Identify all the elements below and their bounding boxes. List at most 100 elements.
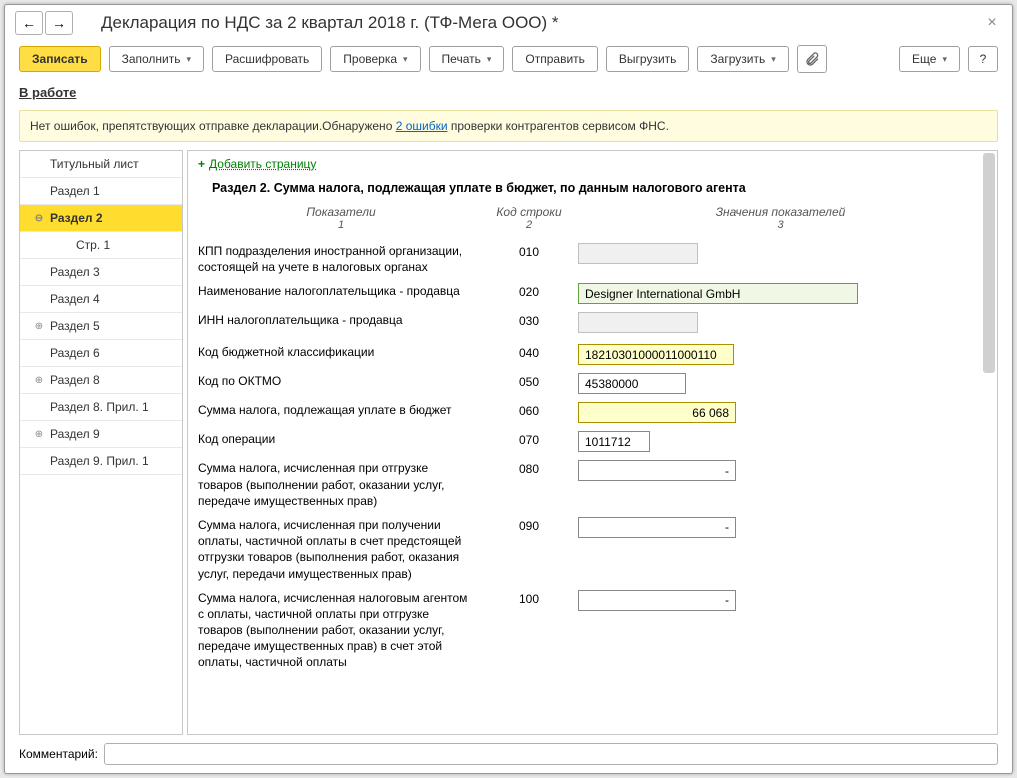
more-button[interactable]: Еще xyxy=(899,46,960,72)
form-row-070: Код операции0701011712 xyxy=(188,427,997,456)
field-010[interactable] xyxy=(578,243,698,264)
row-value-wrap: 1011712 xyxy=(574,431,650,452)
form-row-060: Сумма налога, подлежащая уплате в бюджет… xyxy=(188,398,997,427)
row-code: 090 xyxy=(484,517,574,533)
tree-expander-icon[interactable]: ⊕ xyxy=(34,375,44,386)
sidebar-item-5[interactable]: ·Раздел 4 xyxy=(20,286,182,313)
form-row-080: Сумма налога, исчисленная при отгрузке т… xyxy=(188,456,997,513)
row-code: 080 xyxy=(484,460,574,476)
sidebar-item-label: Раздел 5 xyxy=(50,319,100,333)
row-value-wrap xyxy=(574,243,698,267)
close-button[interactable]: × xyxy=(982,13,1002,33)
row-value-wrap: 66 068 xyxy=(574,402,736,423)
row-label: Сумма налога, исчисленная при получении … xyxy=(198,517,484,582)
field-100[interactable]: - xyxy=(578,590,736,611)
row-code: 050 xyxy=(484,373,574,389)
close-icon: × xyxy=(987,14,996,32)
field-050[interactable]: 45380000 xyxy=(578,373,686,394)
sidebar-item-0[interactable]: ·Титульный лист xyxy=(20,151,182,178)
send-button[interactable]: Отправить xyxy=(512,46,598,72)
attach-button[interactable] xyxy=(797,45,827,73)
info-errors-link[interactable]: 2 ошибки xyxy=(396,119,448,133)
field-020[interactable]: Designer International GmbH xyxy=(578,283,858,304)
scrollbar[interactable] xyxy=(983,153,995,373)
form-row-010: КПП подразделения иностранной организаци… xyxy=(188,239,997,279)
sidebar: ·Титульный лист·Раздел 1 ⊖ Раздел 2 ·Стр. 1… xyxy=(19,150,183,735)
sidebar-item-label: Раздел 9 xyxy=(50,427,100,441)
field-040[interactable]: 18210301000011000110 xyxy=(578,344,734,365)
sidebar-item-label: Раздел 8. Прил. 1 xyxy=(50,400,149,414)
row-value-wrap: - xyxy=(574,590,736,611)
row-label: Наименование налогоплательщика - продавц… xyxy=(198,283,484,299)
col2-num: 2 xyxy=(484,219,574,231)
row-code: 040 xyxy=(484,344,574,360)
content-pane: + Добавить страницу Раздел 2. Сумма налог… xyxy=(187,150,998,735)
footer: Комментарий: xyxy=(5,735,1012,773)
status-link[interactable]: В работе xyxy=(19,85,76,100)
sidebar-item-label: Раздел 8 xyxy=(50,373,100,387)
decipher-button[interactable]: Расшифровать xyxy=(212,46,322,72)
tree-expander-icon[interactable]: ⊕ xyxy=(34,429,44,440)
col1-num: 1 xyxy=(198,219,484,231)
field-070[interactable]: 1011712 xyxy=(578,431,650,452)
import-button[interactable]: Загрузить xyxy=(697,46,788,72)
write-button[interactable]: Записать xyxy=(19,46,101,72)
row-value-wrap: 45380000 xyxy=(574,373,686,394)
sidebar-item-3[interactable]: ·Стр. 1 xyxy=(20,232,182,259)
sidebar-item-8[interactable]: ⊕ Раздел 8 xyxy=(20,367,182,394)
sidebar-item-6[interactable]: ⊕ Раздел 5 xyxy=(20,313,182,340)
plus-icon: + xyxy=(198,157,205,171)
row-value-wrap: - xyxy=(574,460,736,481)
field-090[interactable]: - xyxy=(578,517,736,538)
check-button[interactable]: Проверка xyxy=(330,46,420,72)
section-title: Раздел 2. Сумма налога, подлежащая уплат… xyxy=(188,177,997,203)
row-code: 030 xyxy=(484,312,574,328)
sidebar-item-label: Раздел 4 xyxy=(50,292,100,306)
sidebar-item-label: Раздел 2 xyxy=(50,211,103,225)
tree-expander-icon[interactable]: ⊕ xyxy=(34,321,44,332)
sidebar-item-label: Раздел 1 xyxy=(50,184,100,198)
tree-expander-icon[interactable]: ⊖ xyxy=(34,213,44,224)
row-code: 060 xyxy=(484,402,574,418)
form-row-100: Сумма налога, исчисленная налоговым аген… xyxy=(188,586,997,675)
row-value-wrap: 18210301000011000110 xyxy=(574,344,734,365)
add-page-row: + Добавить страницу xyxy=(188,151,997,177)
add-page-link[interactable]: Добавить страницу xyxy=(209,157,316,171)
row-value-wrap xyxy=(574,312,698,336)
col3-label: Значения показателей xyxy=(574,205,987,219)
titlebar: ← → Декларация по НДС за 2 квартал 2018 … xyxy=(5,5,1012,37)
app-window: ← → Декларация по НДС за 2 квартал 2018 … xyxy=(4,4,1013,774)
field-060[interactable]: 66 068 xyxy=(578,402,736,423)
sidebar-item-label: Титульный лист xyxy=(50,157,139,171)
nav-forward-button[interactable]: → xyxy=(45,11,73,35)
form-row-040: Код бюджетной классификации0401821030100… xyxy=(188,340,997,369)
sidebar-item-11[interactable]: ·Раздел 9. Прил. 1 xyxy=(20,448,182,475)
print-button[interactable]: Печать xyxy=(429,46,505,72)
arrow-left-icon: ← xyxy=(22,15,36,31)
row-code: 070 xyxy=(484,431,574,447)
form-row-030: ИНН налогоплательщика - продавца030 xyxy=(188,308,997,340)
row-label: Код операции xyxy=(198,431,484,447)
field-030[interactable] xyxy=(578,312,698,333)
sidebar-item-2[interactable]: ⊖ Раздел 2 xyxy=(20,205,182,232)
sidebar-item-7[interactable]: ·Раздел 6 xyxy=(20,340,182,367)
row-value-wrap: - xyxy=(574,517,736,538)
sidebar-item-10[interactable]: ⊕ Раздел 9 xyxy=(20,421,182,448)
nav-back-button[interactable]: ← xyxy=(15,11,43,35)
export-button[interactable]: Выгрузить xyxy=(606,46,690,72)
info-text-prefix: Нет ошибок, препятствующих отправке декл… xyxy=(30,119,396,133)
sidebar-item-1[interactable]: ·Раздел 1 xyxy=(20,178,182,205)
row-code: 020 xyxy=(484,283,574,299)
row-label: Сумма налога, исчисленная налоговым аген… xyxy=(198,590,484,671)
col3-num: 3 xyxy=(574,219,987,231)
sidebar-item-9[interactable]: ·Раздел 8. Прил. 1 xyxy=(20,394,182,421)
row-label: ИНН налогоплательщика - продавца xyxy=(198,312,484,328)
fill-button[interactable]: Заполнить xyxy=(109,46,204,72)
col2-label: Код строки xyxy=(484,205,574,219)
comment-input[interactable] xyxy=(104,743,998,765)
toolbar: Записать Заполнить Расшифровать Проверка… xyxy=(5,37,1012,81)
field-080[interactable]: - xyxy=(578,460,736,481)
help-button[interactable]: ? xyxy=(968,46,998,72)
sidebar-item-4[interactable]: ·Раздел 3 xyxy=(20,259,182,286)
col1-label: Показатели xyxy=(198,205,484,219)
